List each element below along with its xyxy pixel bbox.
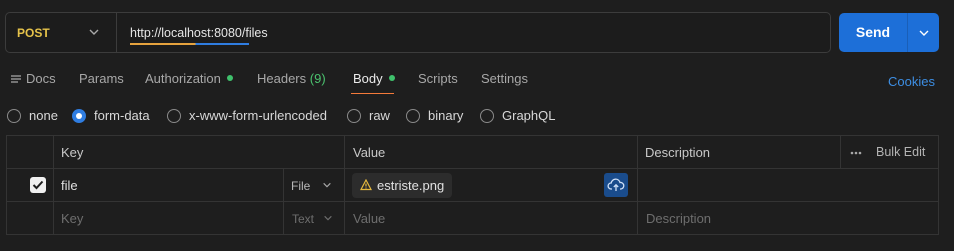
file-chip[interactable]: estriste.png xyxy=(352,173,452,198)
column-divider xyxy=(637,169,638,201)
tab-params[interactable]: Params xyxy=(79,71,124,86)
row-key[interactable]: file xyxy=(61,178,78,193)
headers-count-badge: (9) xyxy=(309,71,326,86)
more-icon[interactable] xyxy=(850,151,862,155)
url-input[interactable] xyxy=(130,19,820,46)
chevron-down-icon xyxy=(919,30,929,36)
status-dot xyxy=(226,75,233,81)
column-divider xyxy=(53,136,54,168)
column-divider xyxy=(53,202,54,234)
url-variable-underline xyxy=(130,43,249,45)
tab-body-label: Body xyxy=(353,71,383,86)
body-type-label: form-data xyxy=(94,108,150,123)
row-enabled-checkbox[interactable] xyxy=(30,177,46,193)
tab-authorization-label: Authorization xyxy=(145,71,221,86)
description-input[interactable]: Description xyxy=(646,211,711,226)
row-type-label: Text xyxy=(292,212,315,226)
radio-button[interactable] xyxy=(167,109,181,123)
radio-button[interactable] xyxy=(406,109,420,123)
tab-docs-label: Docs xyxy=(26,71,56,86)
key-input[interactable]: Key xyxy=(61,211,83,226)
tab-scripts[interactable]: Scripts xyxy=(418,71,458,86)
method-select[interactable]: POST xyxy=(6,13,117,52)
chevron-down-icon xyxy=(89,29,99,35)
column-divider xyxy=(637,136,638,168)
send-options-button[interactable] xyxy=(907,13,939,52)
column-divider xyxy=(344,169,345,201)
column-divider xyxy=(840,136,841,168)
row-type-select[interactable]: File xyxy=(291,179,332,193)
chevron-down-icon xyxy=(324,215,333,221)
tab-scripts-label: Scripts xyxy=(418,71,458,86)
cookies-link[interactable]: Cookies xyxy=(888,74,935,89)
table-row-empty: Key Text Value Description xyxy=(7,202,938,234)
radio-button[interactable] xyxy=(480,109,494,123)
column-divider xyxy=(53,169,54,201)
column-header-description: Description xyxy=(645,145,711,160)
send-button[interactable]: Send xyxy=(839,13,907,52)
tab-body[interactable]: Body xyxy=(353,71,395,86)
warning-icon xyxy=(360,179,372,191)
upload-file-button[interactable] xyxy=(604,173,628,197)
check-icon xyxy=(32,180,44,190)
request-tabs: Docs Params Authorization Headers (9) Bo… xyxy=(0,66,954,96)
tab-authorization[interactable]: Authorization xyxy=(145,71,233,86)
tab-headers-label: Headers xyxy=(257,71,307,86)
body-type-label: raw xyxy=(369,108,390,123)
column-divider xyxy=(283,202,284,234)
method-label: POST xyxy=(17,26,50,40)
column-divider xyxy=(637,202,638,234)
body-type-label: GraphQL xyxy=(502,108,556,123)
radio-button[interactable] xyxy=(347,109,361,123)
column-divider xyxy=(344,202,345,234)
body-type-label: binary xyxy=(428,108,464,123)
column-divider xyxy=(344,136,345,168)
cloud-upload-icon xyxy=(607,178,625,191)
table-row: file File estriste.png xyxy=(7,169,938,202)
url-bar: POST xyxy=(5,12,831,53)
body-type-label: none xyxy=(29,108,58,123)
bulk-edit-button[interactable]: Bulk Edit xyxy=(876,145,925,159)
radio-button[interactable] xyxy=(7,109,21,123)
tab-settings[interactable]: Settings xyxy=(481,71,528,86)
tab-params-label: Params xyxy=(79,71,124,86)
row-type-select[interactable]: Text xyxy=(292,212,333,226)
column-header-key: Key xyxy=(61,145,84,160)
radio-button-checked[interactable] xyxy=(72,109,86,123)
form-data-table: Key Value Description Bulk Edit file Fil… xyxy=(6,135,939,235)
column-header-value: Value xyxy=(353,145,386,160)
body-type-options: none form-data x-www-form-urlencoded raw… xyxy=(0,106,954,126)
tab-headers[interactable]: Headers (9) xyxy=(257,71,326,86)
row-type-label: File xyxy=(291,179,311,193)
column-divider xyxy=(283,169,284,201)
tab-docs[interactable]: Docs xyxy=(26,71,56,86)
file-name: estriste.png xyxy=(377,178,445,193)
chevron-down-icon xyxy=(322,182,331,188)
active-tab-indicator xyxy=(351,93,394,94)
status-dot xyxy=(388,75,395,81)
docs-icon xyxy=(11,75,21,83)
body-type-label: x-www-form-urlencoded xyxy=(189,108,327,123)
tab-settings-label: Settings xyxy=(481,71,528,86)
value-input[interactable]: Value xyxy=(353,211,385,226)
table-header-row: Key Value Description Bulk Edit xyxy=(7,136,938,169)
